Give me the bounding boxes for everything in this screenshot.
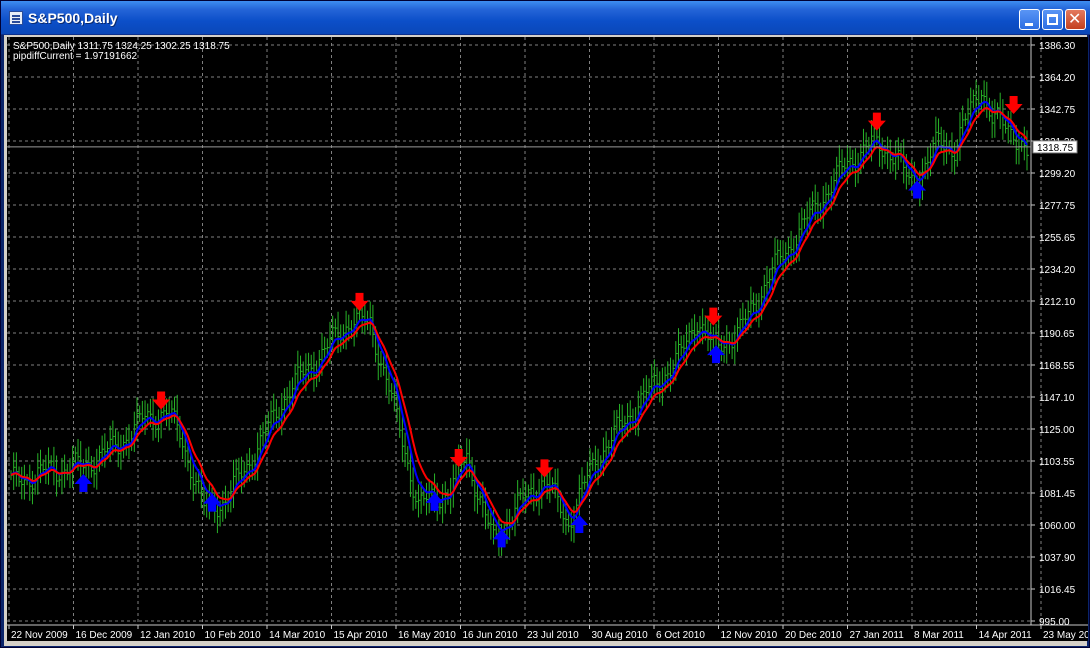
time-tick-label: 22 Nov 2009	[11, 630, 68, 641]
window-title: S&P500,Daily	[28, 10, 118, 26]
close-button[interactable]: ✕	[1065, 9, 1086, 30]
price-tick-label: 1060.00	[1039, 521, 1076, 532]
price-tick-label: 1255.65	[1039, 233, 1076, 244]
price-chart[interactable]: 1386.301364.201342.751321.301299.201277.…	[7, 37, 1088, 641]
chart-window-icon	[9, 11, 23, 25]
chart-background	[7, 37, 1088, 641]
price-tick-label: 1342.75	[1039, 105, 1076, 116]
time-tick-label: 16 Jun 2010	[463, 630, 518, 641]
title-bar[interactable]: S&P500,Daily ✕	[1, 1, 1090, 35]
time-tick-label: 20 Dec 2010	[785, 630, 842, 641]
minimize-button[interactable]	[1019, 9, 1040, 30]
maximize-button[interactable]	[1042, 9, 1063, 30]
price-tick-label: 1081.45	[1039, 489, 1076, 500]
time-tick-label: 12 Jan 2010	[140, 630, 195, 641]
price-tick-label: 995.00	[1039, 617, 1070, 628]
current-price-label: 1318.75	[1037, 143, 1074, 154]
time-tick-label: 6 Oct 2010	[656, 630, 705, 641]
price-tick-label: 1277.75	[1039, 201, 1076, 212]
time-tick-label: 16 May 2010	[398, 630, 456, 641]
price-tick-label: 1386.30	[1039, 41, 1076, 52]
price-tick-label: 1364.20	[1039, 73, 1076, 84]
time-tick-label: 14 Mar 2010	[269, 630, 326, 641]
chart-window: S&P500,Daily ✕ 1386.301364.201342.751321…	[0, 0, 1090, 648]
price-tick-label: 1212.10	[1039, 297, 1076, 308]
price-tick-label: 1037.90	[1039, 553, 1076, 564]
price-tick-label: 1299.20	[1039, 169, 1076, 180]
price-tick-label: 1103.55	[1039, 457, 1075, 468]
time-tick-label: 12 Nov 2010	[721, 630, 778, 641]
time-tick-label: 27 Jan 2011	[850, 630, 905, 641]
time-tick-label: 16 Dec 2009	[76, 630, 133, 641]
indicator-info: pipdiffCurrent = 1.97191662	[13, 51, 138, 62]
time-tick-label: 23 Jul 2010	[527, 630, 579, 641]
price-tick-label: 1125.00	[1039, 425, 1075, 436]
chart-canvas[interactable]: 1386.301364.201342.751321.301299.201277.…	[7, 37, 1088, 641]
price-tick-label: 1190.65	[1039, 329, 1075, 340]
time-tick-label: 10 Feb 2010	[205, 630, 262, 641]
price-tick-label: 1016.45	[1039, 585, 1076, 596]
time-tick-label: 8 Mar 2011	[914, 630, 964, 641]
price-tick-label: 1234.20	[1039, 265, 1076, 276]
time-tick-label: 30 Aug 2010	[592, 630, 649, 641]
time-tick-label: 23 May 2011	[1043, 630, 1088, 641]
price-tick-label: 1147.10	[1039, 393, 1075, 404]
time-tick-label: 15 Apr 2010	[334, 630, 388, 641]
maximize-icon	[1047, 14, 1058, 25]
minimize-icon	[1025, 23, 1033, 26]
close-icon: ✕	[1068, 9, 1082, 28]
time-tick-label: 14 Apr 2011	[979, 630, 1033, 641]
price-tick-label: 1168.55	[1039, 361, 1075, 372]
current-price-tag: 1318.75	[1032, 140, 1078, 154]
